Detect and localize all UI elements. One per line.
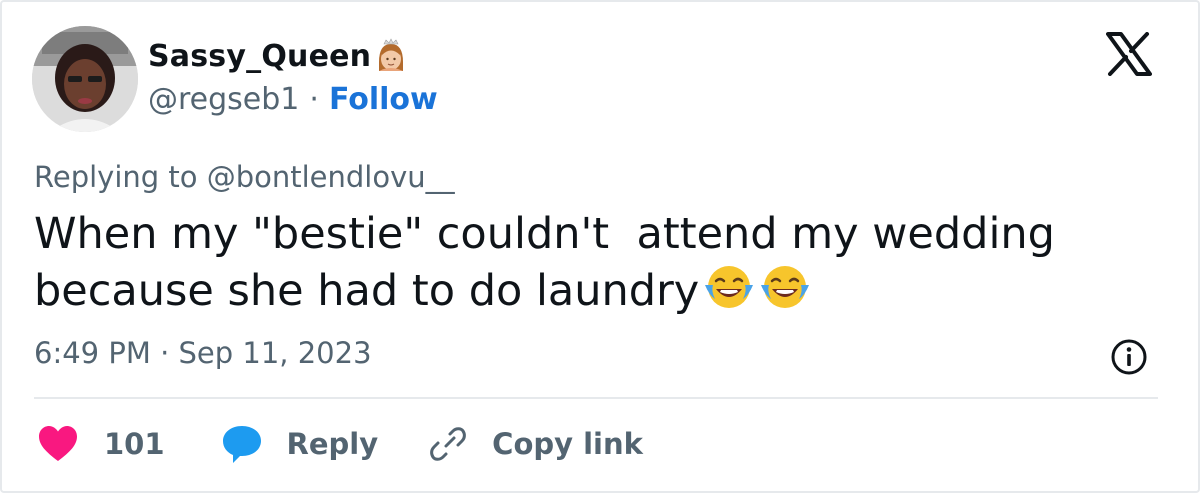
x-logo-icon[interactable] xyxy=(1106,32,1152,76)
reply-button[interactable]: Reply xyxy=(221,424,379,464)
reply-label: Reply xyxy=(286,427,379,461)
divider xyxy=(34,397,1158,399)
face-with-tears-of-joy-icon xyxy=(705,266,754,308)
copy-link-label: Copy link xyxy=(492,427,643,461)
like-count: 101 xyxy=(104,427,165,461)
tweet-actions: 101 Reply Copy link xyxy=(38,420,643,468)
handle-separator: · xyxy=(309,82,319,117)
face-with-tears-of-joy-icon xyxy=(761,266,810,308)
reply-bubble-icon xyxy=(222,426,261,463)
copy-link-button[interactable]: Copy link xyxy=(428,424,643,464)
like-button[interactable]: 101 xyxy=(38,425,165,463)
tweet-card: Sassy_Queen @regseb1 · Follow Replying t… xyxy=(0,0,1200,493)
author-name-row: Sassy_Queen xyxy=(148,36,409,76)
tweet-timestamp[interactable]: 6:49 PM · Sep 11, 2023 xyxy=(34,336,372,370)
link-icon xyxy=(430,427,467,461)
avatar[interactable] xyxy=(32,26,138,132)
author-handle-row: @regseb1 · Follow xyxy=(148,82,438,117)
follow-button[interactable]: Follow xyxy=(329,82,438,117)
tweet-text: When my "bestie" couldn't attend my wedd… xyxy=(34,209,1069,316)
author-handle[interactable]: @regseb1 xyxy=(148,82,299,117)
heart-icon xyxy=(39,426,77,461)
avatar-image xyxy=(32,26,138,132)
info-icon[interactable] xyxy=(1110,338,1148,376)
princess-emoji-icon xyxy=(379,38,404,71)
author-display-name[interactable]: Sassy_Queen xyxy=(148,39,371,74)
replying-to-text: Replying to @bontlendlovu__ xyxy=(34,160,455,194)
tweet-body: When my "bestie" couldn't attend my wedd… xyxy=(34,208,1134,318)
